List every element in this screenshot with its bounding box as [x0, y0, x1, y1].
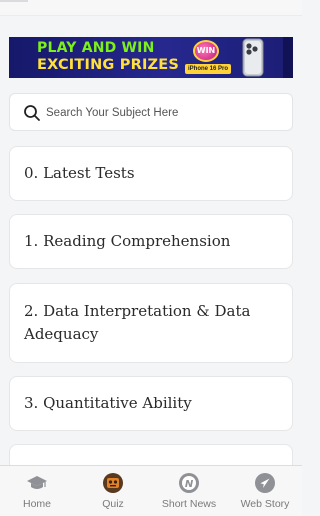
subject-card-latest-tests[interactable]: 0. Latest Tests — [9, 146, 293, 201]
subject-card-quantitative-ability[interactable]: 3. Quantitative Ability — [9, 376, 293, 431]
search-bar[interactable] — [9, 93, 293, 131]
nav-label: Short News — [161, 498, 217, 510]
nav-label: Quiz — [102, 498, 124, 510]
top-status-strip — [0, 0, 302, 16]
win-badge: WIN — [193, 40, 219, 62]
nav-label: Home — [22, 498, 51, 510]
bottom-nav: Home Quiz N Short News Web Story — [0, 465, 302, 516]
search-input[interactable] — [46, 102, 282, 124]
quiz-icon — [103, 473, 123, 493]
nav-label: Web Story — [240, 498, 290, 510]
nav-quiz[interactable]: Quiz — [83, 466, 143, 516]
search-icon — [24, 105, 40, 121]
web-story-icon — [255, 473, 275, 493]
banner-subheadline: EXCITING PRIZES — [37, 57, 180, 73]
nav-home[interactable]: Home — [7, 466, 67, 516]
news-icon: N — [179, 473, 199, 493]
subject-card-label: 3. Quantitative Ability — [24, 394, 192, 412]
subject-card-label: 2. Data Interpretation & Data Adequacy — [24, 302, 251, 343]
subject-card-data-interpretation[interactable]: 2. Data Interpretation & Data Adequacy — [9, 283, 293, 363]
phone-tag: iPhone 16 Pro — [185, 64, 231, 74]
svg-text:N: N — [185, 479, 194, 490]
phone-icon — [242, 38, 264, 77]
banner-headline: PLAY AND WIN — [37, 40, 155, 56]
subject-card-reading-comprehension[interactable]: 1. Reading Comprehension — [9, 214, 293, 269]
banner-edge — [283, 37, 293, 78]
nav-web-story[interactable]: Web Story — [234, 466, 296, 516]
status-strip-mark — [0, 0, 28, 2]
subject-card-label: 0. Latest Tests — [24, 164, 135, 182]
graduation-cap-icon — [27, 476, 47, 489]
promo-banner[interactable]: PLAY AND WIN EXCITING PRIZES WIN iPhone … — [9, 37, 293, 78]
subject-card-label: 1. Reading Comprehension — [24, 232, 231, 250]
nav-short-news[interactable]: N Short News — [154, 466, 224, 516]
